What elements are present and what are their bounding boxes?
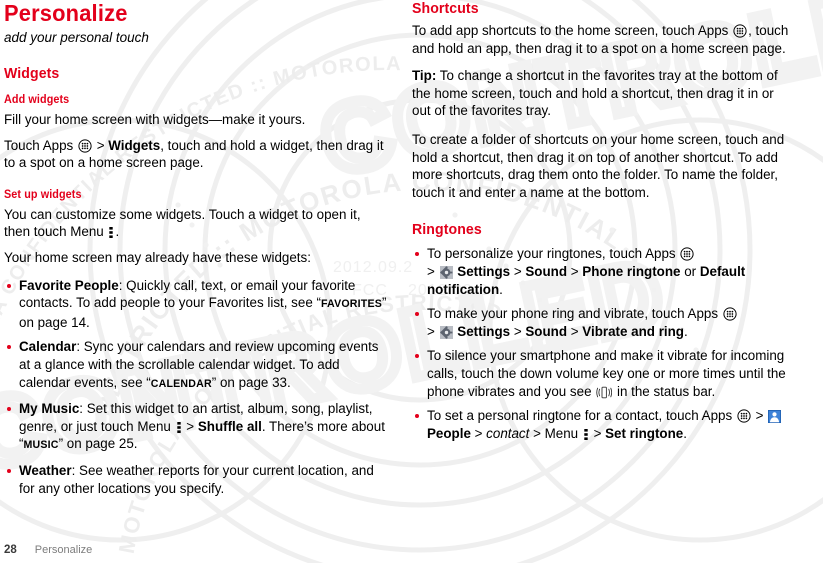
paragraph-add-widgets-2: Touch Apps > Widgets, touch and hold a w… bbox=[4, 137, 388, 172]
menu-label-vibrate-and-ring: Vibrate and ring bbox=[582, 323, 684, 339]
cross-reference-favorites[interactable]: Favorites bbox=[321, 298, 382, 310]
settings-gear-icon bbox=[439, 325, 453, 339]
text-run: . bbox=[684, 323, 688, 339]
chapter-subtitle: add your personal touch bbox=[4, 30, 149, 45]
widget-name: Calendar bbox=[19, 339, 77, 355]
list-item-personalize-ringtones: To personalize your ringtones, touch App… bbox=[412, 245, 796, 298]
page-number: 28 bbox=[4, 544, 17, 556]
paragraph-set-up-widgets: You can customize some widgets. Touch a … bbox=[4, 206, 388, 241]
ringtones-list: To personalize your ringtones, touch App… bbox=[412, 245, 796, 442]
section-heading-shortcuts: Shortcuts bbox=[412, 0, 479, 17]
apps-grid-icon bbox=[723, 307, 737, 321]
menu-label-settings: Settings bbox=[457, 263, 511, 279]
text-run: To change a shortcut in the favorites tr… bbox=[412, 68, 778, 119]
text-run: in the status bar. bbox=[613, 383, 716, 399]
menu-three-dots-icon bbox=[176, 421, 182, 434]
text-run: To personalize your ringtones, touch App… bbox=[427, 246, 680, 262]
section-heading-ringtones: Ringtones bbox=[412, 221, 482, 239]
paragraph-shortcuts-tip: Tip: To change a shortcut in the favorit… bbox=[412, 67, 796, 120]
text-run: or bbox=[680, 263, 700, 279]
tip-label: Tip: bbox=[412, 68, 437, 84]
text-run: To set a personal ringtone for a contact… bbox=[427, 408, 736, 424]
apps-grid-icon bbox=[680, 247, 694, 261]
list-item-silence-smartphone: To silence your smartphone and make it v… bbox=[412, 347, 796, 400]
text-run: : See weather reports for your current l… bbox=[19, 462, 374, 496]
apps-grid-icon bbox=[733, 24, 747, 38]
settings-gear-icon bbox=[439, 265, 453, 279]
subheading-add-widgets: Add widgets bbox=[4, 94, 70, 106]
menu-label-shuffle-all: Shuffle all bbox=[197, 418, 262, 434]
list-item-calendar: Calendar: Sync your calendars and review… bbox=[4, 338, 388, 393]
paragraph-home-screen-widgets: Your home screen may already have these … bbox=[4, 249, 311, 265]
text-run: > bbox=[589, 425, 606, 441]
paragraph-shortcuts-folder: To create a folder of shortcuts on your … bbox=[412, 131, 785, 200]
list-item-favorite-people: Favorite People: Quickly call, text, or … bbox=[4, 277, 388, 332]
text-run: . bbox=[115, 224, 120, 240]
text-run: ” on page 25. bbox=[58, 436, 138, 452]
text-run: > bbox=[92, 137, 109, 153]
section-heading-widgets: Widgets bbox=[4, 65, 60, 82]
right-column: Shortcuts To add app shortcuts to the ho… bbox=[412, 0, 796, 449]
cross-reference-music[interactable]: Music bbox=[23, 439, 58, 451]
text-run: . bbox=[683, 425, 687, 441]
text-run: > bbox=[427, 323, 439, 339]
text-run: > bbox=[567, 263, 583, 279]
placeholder-contact: contact bbox=[486, 425, 530, 441]
widget-list: Favorite People: Quickly call, text, or … bbox=[4, 277, 388, 498]
text-run: > Menu bbox=[529, 425, 582, 441]
text-run: To make your phone ring and vibrate, tou… bbox=[427, 306, 722, 322]
menu-label-sound: Sound bbox=[525, 323, 568, 339]
menu-label-sound: Sound bbox=[525, 263, 568, 279]
list-item-personal-ringtone-contact: To set a personal ringtone for a contact… bbox=[412, 407, 796, 442]
cross-reference-calendar[interactable]: Calendar bbox=[151, 378, 212, 390]
text-run: To add app shortcuts to the home screen,… bbox=[412, 23, 733, 38]
menu-label-phone-ringtone: Phone ringtone bbox=[582, 263, 681, 279]
menu-label-people: People bbox=[427, 425, 471, 441]
text-run: > bbox=[470, 425, 487, 441]
text-run: ” on page 33. bbox=[211, 374, 291, 390]
apps-grid-icon bbox=[78, 138, 92, 153]
text-run: > bbox=[510, 323, 526, 339]
paragraph-add-widgets-1: Fill your home screen with widgets—make … bbox=[4, 112, 306, 127]
menu-label-widgets: Widgets bbox=[108, 137, 161, 153]
text-run: > bbox=[751, 408, 768, 424]
menu-label-settings: Settings bbox=[457, 323, 511, 339]
text-run: . bbox=[499, 281, 503, 297]
text-run: > bbox=[567, 323, 583, 339]
text-run: > bbox=[182, 418, 198, 434]
text-run: > bbox=[510, 263, 526, 279]
widget-name: Weather bbox=[19, 462, 72, 478]
menu-three-dots-icon bbox=[583, 428, 589, 441]
people-contact-icon bbox=[768, 410, 782, 424]
list-item-ring-and-vibrate: To make your phone ring and vibrate, tou… bbox=[412, 305, 796, 340]
paragraph-shortcuts-1: To add app shortcuts to the home screen,… bbox=[412, 22, 796, 57]
text-run: You can customize some widgets. Touch a … bbox=[4, 206, 361, 240]
subheading-set-up-widgets: Set up widgets bbox=[4, 188, 82, 201]
footer-section-name: Personalize bbox=[34, 544, 93, 556]
text-run: Touch Apps bbox=[4, 137, 77, 153]
apps-grid-icon bbox=[737, 409, 751, 423]
page-footer: 28 Personalize bbox=[4, 544, 92, 556]
vibrate-status-icon bbox=[596, 386, 613, 399]
list-item-my-music: My Music: Set this widget to an artist, … bbox=[4, 400, 388, 455]
menu-three-dots-icon bbox=[108, 226, 114, 239]
text-run: > bbox=[427, 263, 439, 279]
list-item-weather: Weather: See weather reports for your cu… bbox=[4, 462, 388, 497]
page-title: Personalize bbox=[4, 0, 128, 26]
widget-name: My Music bbox=[19, 401, 80, 417]
menu-label-set-ringtone: Set ringtone bbox=[605, 425, 684, 441]
page-content: Personalize add your personal touch Widg… bbox=[0, 0, 823, 563]
widget-name: Favorite People bbox=[19, 277, 119, 293]
left-column: Personalize add your personal touch Widg… bbox=[4, 0, 388, 504]
